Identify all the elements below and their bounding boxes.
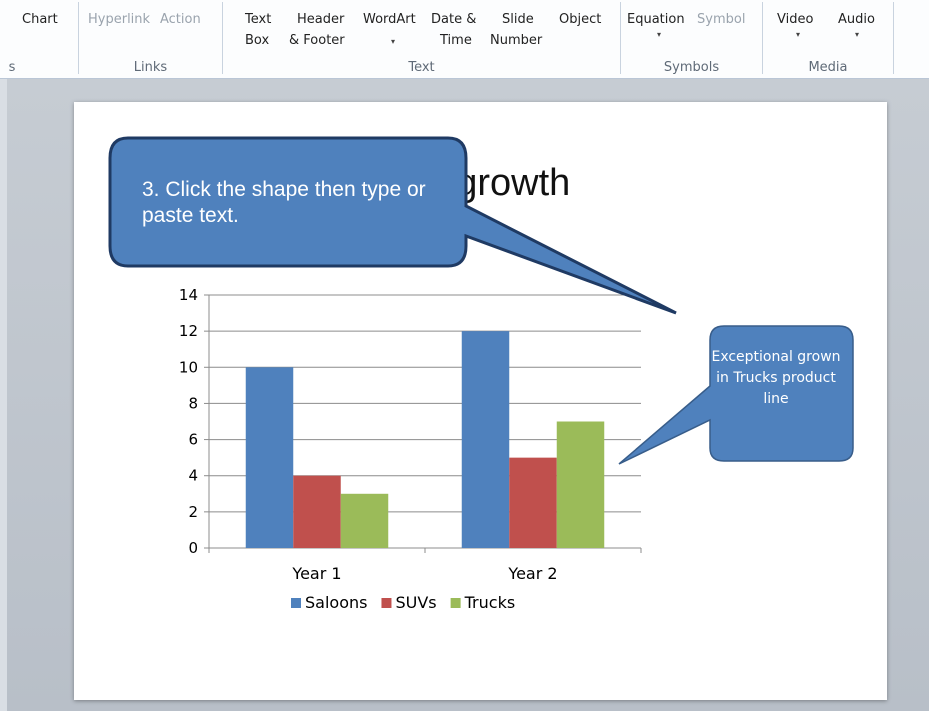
callout-side-text[interactable]: Exceptional grown in Trucks product line	[708, 347, 844, 410]
callout-main-text[interactable]: 3. Click the shape then type or paste te…	[142, 177, 452, 229]
